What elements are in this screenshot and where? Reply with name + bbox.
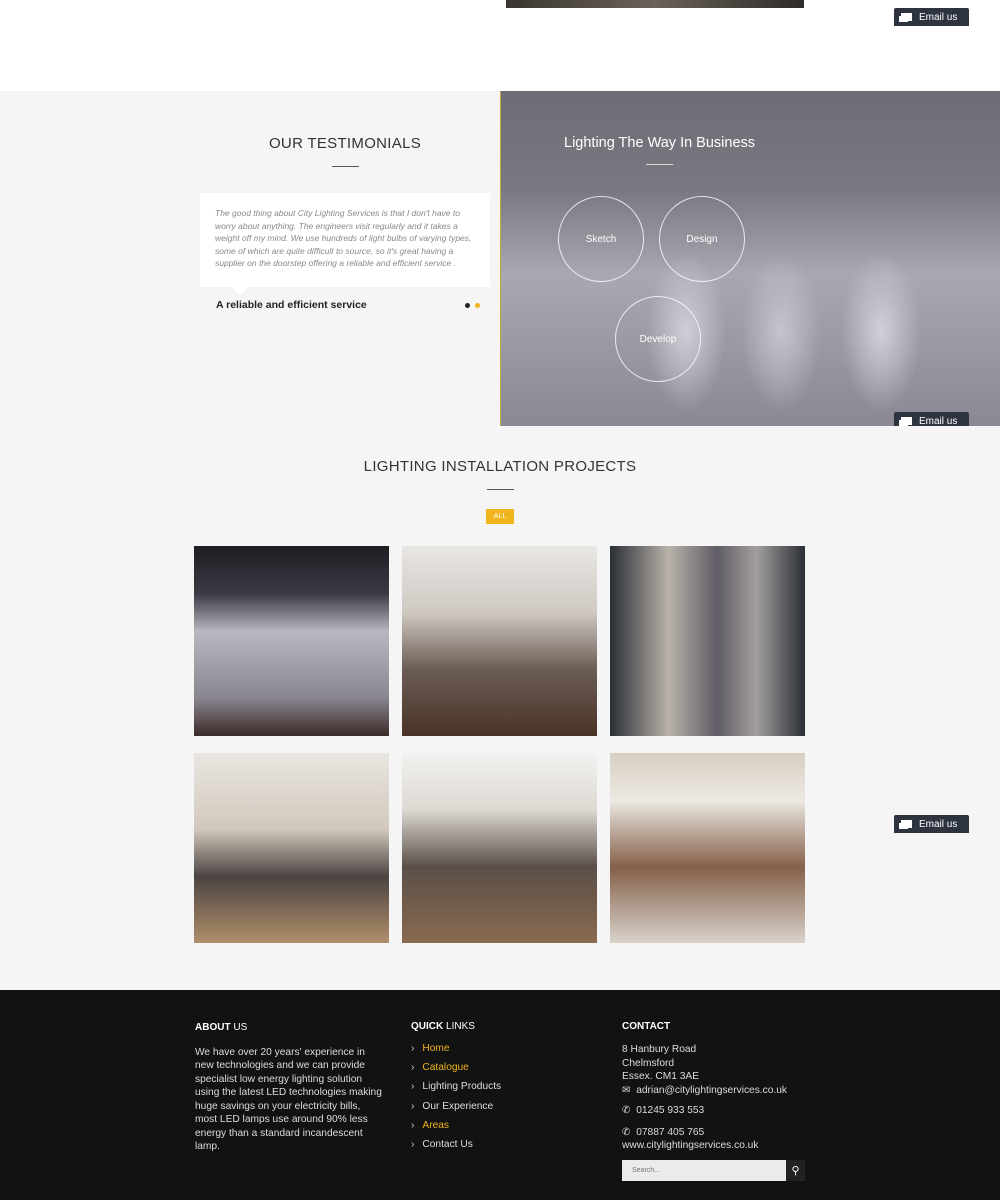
link-areas[interactable]: Areas [411,1120,501,1131]
carousel-dot-1[interactable] [465,302,470,308]
search-form: ⚲ [622,1160,805,1181]
link-our-experience[interactable]: Our Experience [411,1101,501,1112]
divider [331,166,359,167]
contact-title: CONTACT [622,1021,671,1032]
email-us-button[interactable]: Email us [894,8,969,26]
projects-grid [194,546,805,943]
hero-image: Lighting The Way In Business Sketch Desi… [500,91,1000,426]
filter-all-button[interactable]: ALL [486,509,514,524]
link-contact-us[interactable]: Contact Us [411,1139,501,1150]
circle-develop[interactable]: Develop [615,296,701,382]
divider [646,164,673,165]
footer: ABOUT US We have over 20 years' experien… [0,990,1000,1200]
project-image[interactable] [402,546,597,736]
chat-icon [901,13,912,21]
project-image-top [506,0,804,8]
address-line: 8 Hanbury Road [622,1044,697,1055]
project-image[interactable] [402,753,597,943]
envelope-icon: ✉ [622,1084,631,1096]
carousel-dot-2[interactable] [475,302,480,308]
projects-heading: LIGHTING INSTALLATION PROJECTS [363,458,637,475]
address-line: Essex. CM1 3AE [622,1071,699,1082]
project-image[interactable] [194,753,389,943]
project-image[interactable] [610,753,805,943]
link-lighting-products[interactable]: Lighting Products [411,1081,501,1092]
project-image[interactable] [610,546,805,736]
link-catalogue[interactable]: Catalogue [411,1062,501,1073]
contact-phone-2[interactable]: 07887 405 765 [636,1127,704,1138]
testimonial-title: A reliable and efficient service [216,298,367,311]
circle-sketch[interactable]: Sketch [558,196,644,282]
chat-icon [901,417,912,425]
testimonials-heading: OUR TESTIMONIALS [268,135,422,152]
search-button[interactable]: ⚲ [786,1160,805,1181]
quick-links-title: QUICK LINKS [411,1021,475,1032]
phone-icon: ✆ [622,1105,631,1116]
phone-icon: ✆ [622,1126,631,1138]
contact-phone-1[interactable]: 01245 933 553 [636,1105,704,1116]
address-line: Chelmsford [622,1057,675,1069]
circle-design[interactable]: Design [659,196,745,282]
search-input[interactable] [622,1160,786,1181]
about-text: We have over 20 years' experience in new… [195,1046,382,1153]
about-title: ABOUT US [195,1022,248,1033]
testimonials-section: OUR TESTIMONIALS The good thing about Ci… [0,91,1000,426]
email-us-button[interactable]: Email us [894,815,969,833]
project-image[interactable] [194,546,389,736]
hero-heading: Lighting The Way In Business [564,135,756,151]
chat-icon [901,820,912,828]
search-icon: ⚲ [791,1165,800,1177]
contact-email[interactable]: adrian@citylightingservices.co.uk [636,1085,787,1096]
projects-section: LIGHTING INSTALLATION PROJECTS ALL [0,426,1000,990]
link-home[interactable]: Home [411,1043,501,1054]
contact-website[interactable]: www.citylightingservices.co.uk [622,1139,787,1153]
divider [486,489,514,490]
carousel-dots [465,302,480,308]
testimonial-quote: The good thing about City Lighting Servi… [200,193,490,295]
